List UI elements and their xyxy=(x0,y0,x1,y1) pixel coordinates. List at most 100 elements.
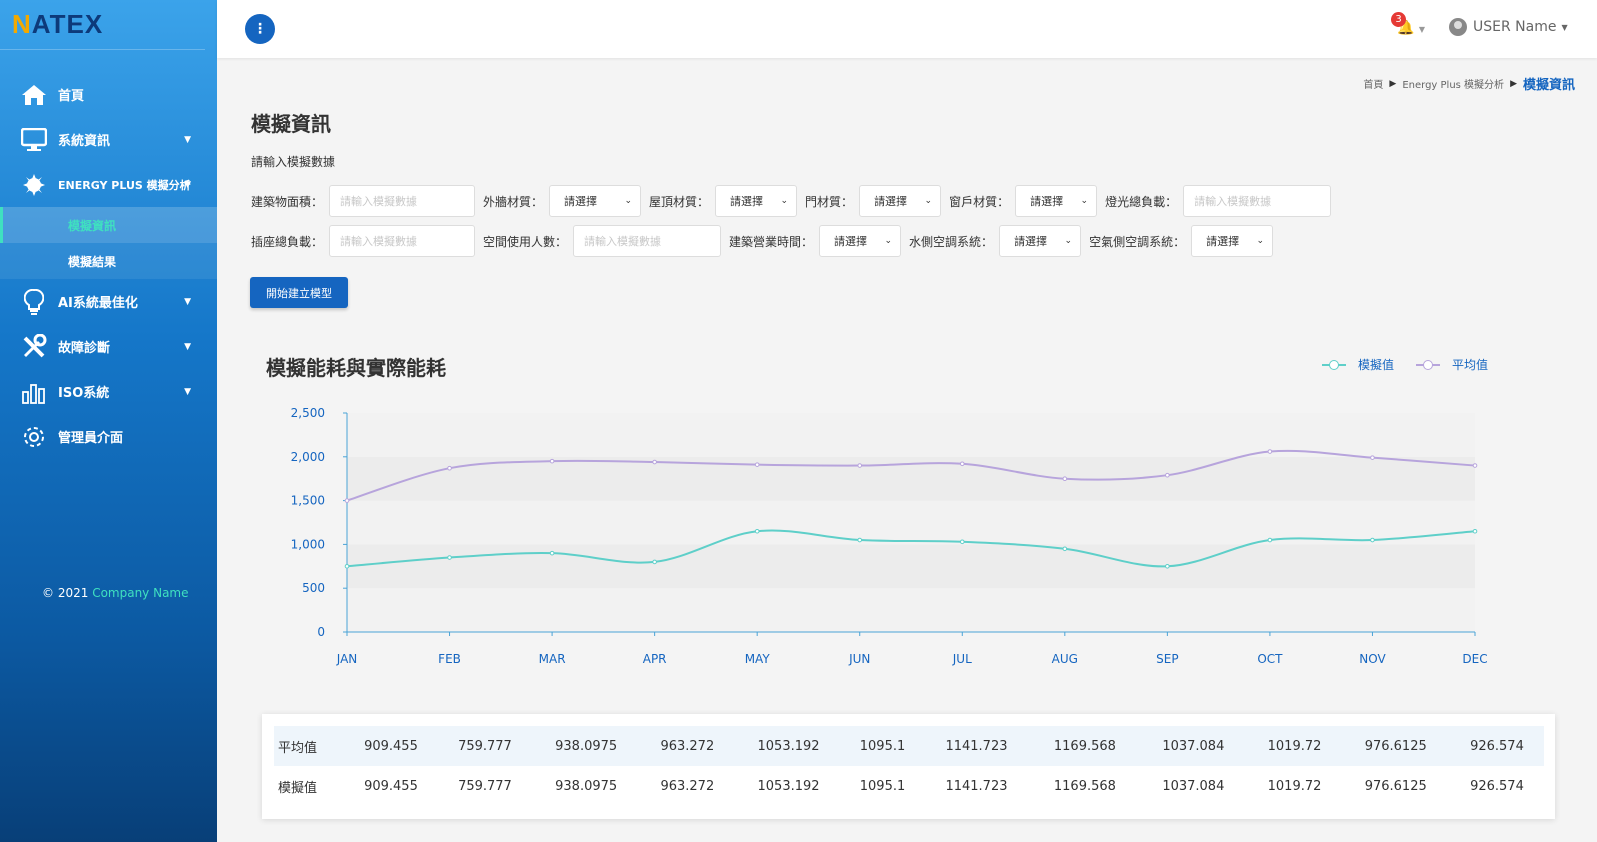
table-cell: 963.272 xyxy=(660,738,715,754)
monitor-icon xyxy=(20,126,48,154)
sidebar-item-system-info[interactable]: 系統資訊 ▼ xyxy=(0,117,217,162)
table-cell: 976.6125 xyxy=(1364,778,1427,794)
select-value: 請選擇 xyxy=(874,195,908,208)
copyright: © 2021 Company Name xyxy=(42,586,189,600)
grid-band xyxy=(347,588,1475,632)
data-point xyxy=(1062,546,1068,552)
breadcrumb-parent[interactable]: Energy Plus 模擬分析 xyxy=(1402,76,1504,91)
sidebar-item-label: ENERGY PLUS 模擬分析 xyxy=(58,178,191,192)
lightbulb-icon xyxy=(20,288,48,316)
chevron-right-icon: ▶ xyxy=(1389,78,1397,89)
chevron-down-icon: ⌄ xyxy=(884,236,893,246)
legend-marker xyxy=(1322,359,1346,370)
sidebar-item-ai[interactable]: AI系統最佳化 ▼ xyxy=(0,279,217,324)
user-menu[interactable]: USER Name ▼ xyxy=(1449,18,1568,36)
select-value: 請選擇 xyxy=(564,195,598,208)
roof-select[interactable]: 請選擇 ⌄ xyxy=(715,185,798,217)
sidebar-item-label: 管理員介面 xyxy=(58,431,124,446)
sidebar-item-energy-plus[interactable]: ENERGY PLUS 模擬分析 ▼ xyxy=(0,162,217,207)
water-ac-select[interactable]: 請選擇 ⌄ xyxy=(999,225,1082,257)
sidebar-item-admin[interactable]: 管理員介面 xyxy=(0,414,217,459)
tools-icon xyxy=(20,333,48,361)
window-select[interactable]: 請選擇 ⌄ xyxy=(1015,185,1098,217)
data-point xyxy=(754,528,760,534)
data-point xyxy=(1165,564,1170,569)
chevron-right-icon: ▶ xyxy=(1510,78,1517,89)
area-label: 建築物面積： xyxy=(251,194,324,209)
x-tick-label: FEB xyxy=(438,652,461,666)
y-tick-label: 2,000 xyxy=(291,450,325,464)
people-input[interactable] xyxy=(573,225,722,257)
notification-button[interactable]: 🔔 3 ▼ xyxy=(1391,12,1425,36)
grid-band xyxy=(347,544,1475,589)
form-row-2: 插座總負載： 空間使用人數： 建築營業時間： 請選擇 ⌄ 水側空調系統： 請選擇 ⌄… xyxy=(251,225,1281,257)
user-name: USER Name xyxy=(1473,19,1557,35)
chevron-down-icon: ⌄ xyxy=(624,196,633,206)
logo-letter: N xyxy=(12,9,32,39)
air-ac-select[interactable]: 請選擇 ⌄ xyxy=(1191,225,1274,257)
x-tick-label: JAN xyxy=(336,652,358,666)
hours-label: 建築營業時間： xyxy=(729,234,814,249)
build-model-button[interactable]: 開始建立模型 xyxy=(250,277,348,308)
energy-icon xyxy=(20,171,48,199)
select-value: 請選擇 xyxy=(1030,195,1064,208)
grid-band xyxy=(347,413,1475,457)
breadcrumb-current: 模擬資訊 xyxy=(1522,78,1575,93)
form-row-1: 建築物面積： 外牆材質： 請選擇 ⌄ 屋頂材質： 請選擇 ⌄ 門材質： 請選擇 ⌄ 窗… xyxy=(251,185,1339,217)
light-input[interactable] xyxy=(1183,185,1332,217)
data-point xyxy=(1472,463,1478,468)
data-table: 平均值 909.455 759.777 938.0975 963.272 1053.192… xyxy=(274,726,1544,806)
water-ac-label: 水側空調系統： xyxy=(909,234,994,249)
select-value: 請選擇 xyxy=(1206,235,1240,248)
data-point xyxy=(754,462,760,467)
sidebar-subitem-sim-info[interactable]: 模擬資訊 xyxy=(0,207,217,243)
company-link[interactable]: Company Name xyxy=(92,586,188,600)
table-cell: 926.574 xyxy=(1470,778,1524,794)
socket-input[interactable] xyxy=(329,225,476,257)
data-point xyxy=(1267,449,1273,454)
breadcrumb-home[interactable]: 首頁 xyxy=(1363,76,1383,91)
data-point xyxy=(344,564,350,569)
y-tick-label: 0 xyxy=(317,625,325,639)
data-point xyxy=(652,559,657,565)
table-cell: 1141.723 xyxy=(945,738,1008,754)
table-cell: 909.455 xyxy=(364,738,418,754)
sidebar-item-home[interactable]: 首頁 xyxy=(0,72,217,117)
chevron-down-icon: ⌄ xyxy=(780,196,789,206)
data-point xyxy=(857,463,863,468)
table-cell: 1095.1 xyxy=(859,778,906,794)
home-icon xyxy=(20,81,48,109)
select-value: 請選擇 xyxy=(1014,235,1048,248)
sidebar-subitem-sim-result[interactable]: 模擬結果 xyxy=(0,243,217,279)
notification-badge: 3 xyxy=(1391,12,1406,27)
sidebar-item-iso[interactable]: ISO系統 ▼ xyxy=(0,369,217,414)
data-point xyxy=(1370,537,1375,543)
logo[interactable]: NATEX xyxy=(0,0,205,50)
area-input[interactable] xyxy=(329,185,476,217)
x-tick-label: MAY xyxy=(745,652,771,666)
table-row: 模擬值 909.455 759.777 938.0975 963.272 1053.192… xyxy=(274,766,1544,806)
data-point xyxy=(447,555,452,560)
door-select[interactable]: 請選擇 ⌄ xyxy=(859,185,942,217)
legend-item-avg[interactable]: 平均值 xyxy=(1416,356,1488,373)
chevron-down-icon: ▼ xyxy=(184,341,191,352)
page-title: 模擬資訊 xyxy=(251,112,331,136)
y-tick-label: 1,000 xyxy=(291,537,325,551)
sidebar-item-label: 故障診斷 xyxy=(58,341,111,356)
sidebar-item-label: AI系統最佳化 xyxy=(58,296,138,311)
avatar xyxy=(1449,18,1467,36)
legend-label: 模擬值 xyxy=(1358,358,1395,372)
air-ac-label: 空氣側空調系統： xyxy=(1089,234,1186,249)
data-point xyxy=(1165,472,1170,478)
menu-toggle-button[interactable]: ⋮ xyxy=(245,14,275,44)
sidebar-submenu: 模擬資訊 模擬結果 xyxy=(0,207,217,279)
wall-select[interactable]: 請選擇 ⌄ xyxy=(549,185,642,217)
y-tick-label: 500 xyxy=(302,581,325,595)
bar-chart-icon xyxy=(20,378,48,406)
sidebar-item-fault[interactable]: 故障診斷 ▼ xyxy=(0,324,217,369)
table-cell: 1141.723 xyxy=(945,778,1008,794)
people-label: 空間使用人數： xyxy=(483,234,568,249)
table-cell: 1053.192 xyxy=(757,738,820,754)
hours-select[interactable]: 請選擇 ⌄ xyxy=(819,225,902,257)
legend-item-sim[interactable]: 模擬值 xyxy=(1322,356,1394,373)
